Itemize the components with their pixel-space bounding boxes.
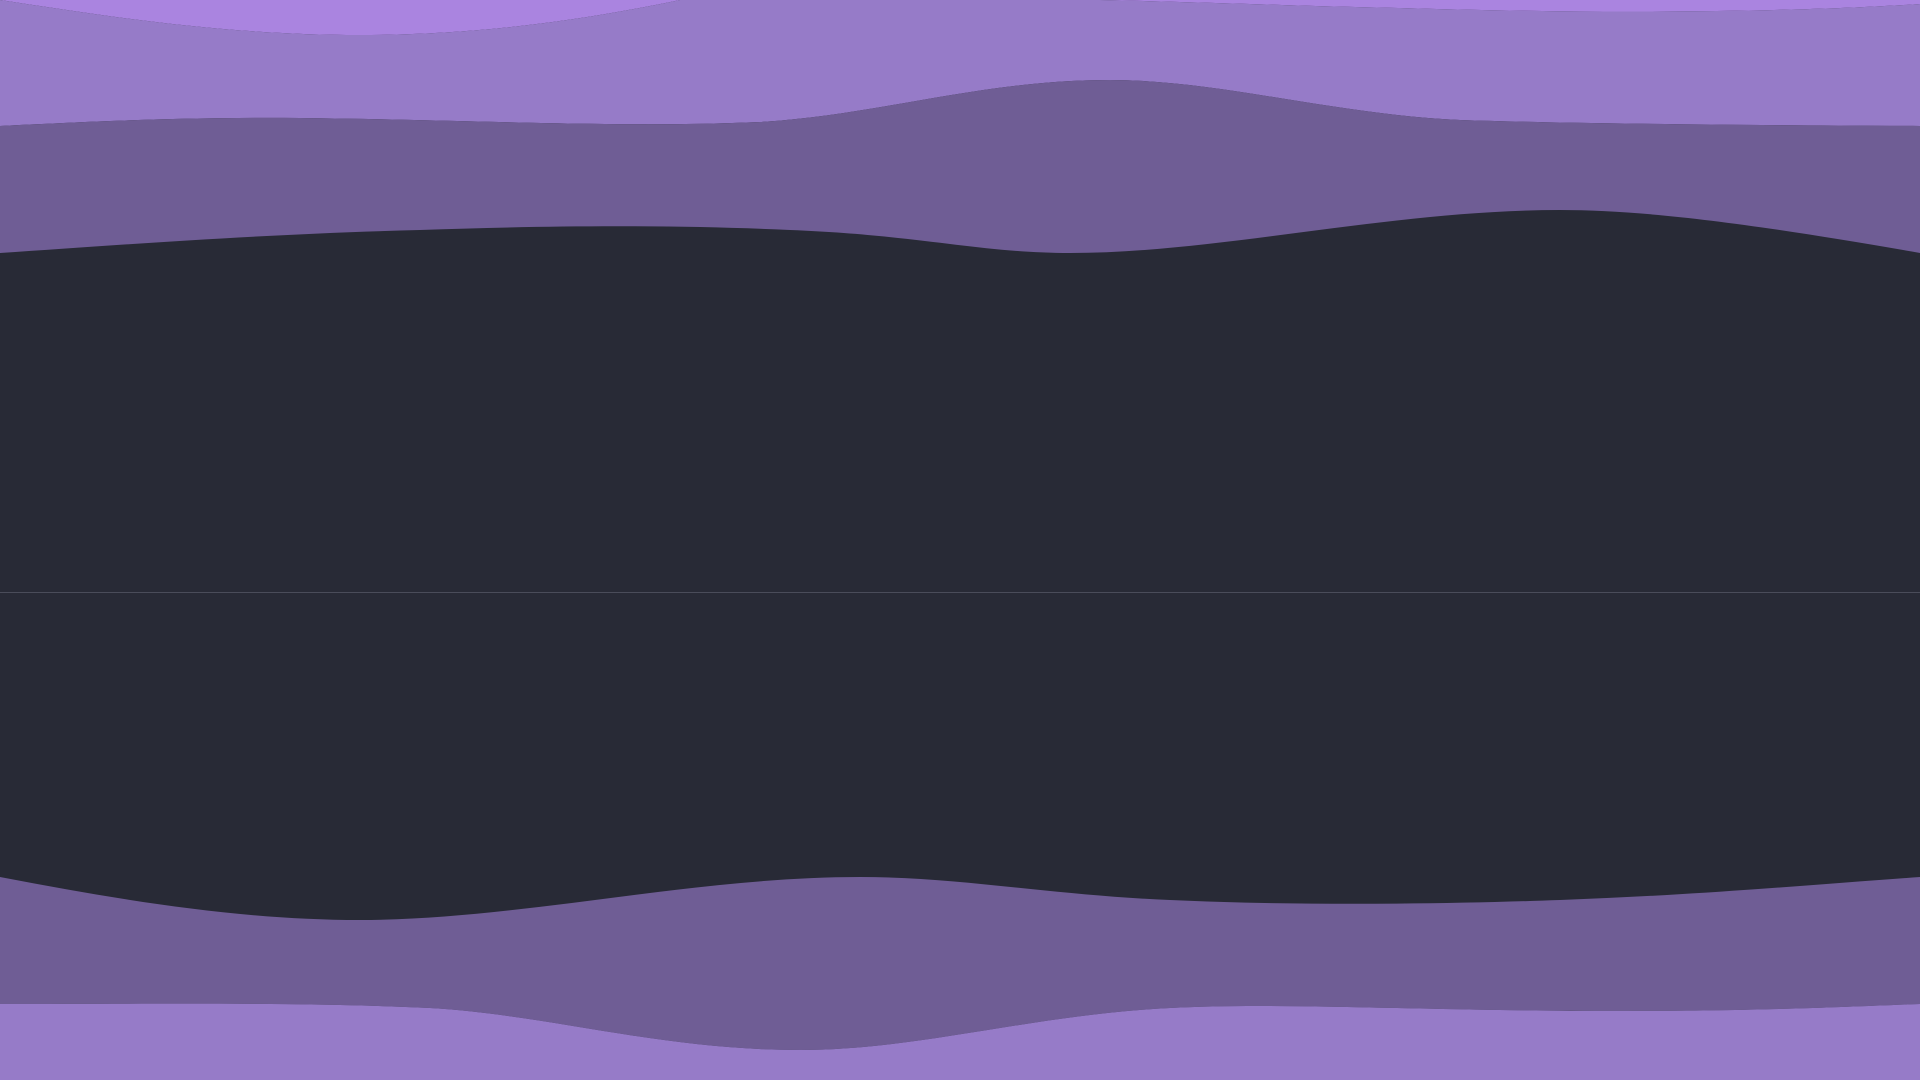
divider-line (0, 592, 1920, 593)
wave-layers (0, 0, 1920, 1080)
wave-background (0, 0, 1920, 1080)
